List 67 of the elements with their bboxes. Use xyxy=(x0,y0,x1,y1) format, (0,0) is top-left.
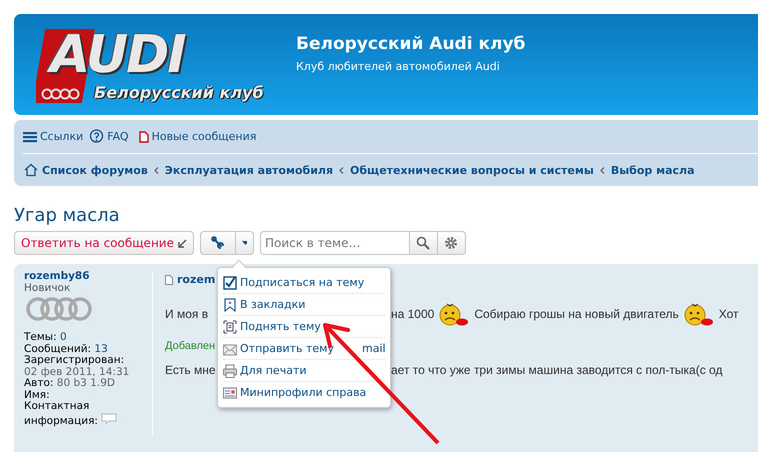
menu-item[interactable]: Поднять тему xyxy=(223,316,385,338)
post-text: на 1000 xyxy=(391,307,434,321)
profile-card-icon xyxy=(223,386,237,400)
menu-item-row[interactable]: Отправить тему mail xyxy=(223,338,385,360)
wrench-icon xyxy=(210,236,225,250)
profile-label: Темы: xyxy=(24,331,57,343)
printer-icon xyxy=(223,364,237,378)
search-icon xyxy=(416,236,430,250)
profile-label: Имя: xyxy=(24,388,50,400)
edit-note: Добавлен xyxy=(165,340,216,352)
profile-value: 02 фев 2011, 14:31 xyxy=(24,366,130,378)
post-text: Собираю грошы на новый двигатель xyxy=(474,307,679,321)
nav-link[interactable]: FAQ xyxy=(89,129,129,144)
nav-link[interactable]: Новые сообщения xyxy=(138,130,256,143)
breadcrumb-link[interactable]: Эксплуатация автомобиля xyxy=(164,164,334,176)
checkbox-icon xyxy=(223,276,237,290)
menu-item[interactable]: В закладки xyxy=(223,294,385,316)
post-text: Хот xyxy=(718,307,738,321)
document-icon xyxy=(165,274,173,284)
site-title: Белорусский Audi клуб xyxy=(296,34,526,54)
post-author-link[interactable]: rozem xyxy=(177,273,216,286)
profile-label: Контактная информация: xyxy=(24,400,98,426)
help-icon xyxy=(89,129,104,144)
breadcrumb-link[interactable]: Список форумов xyxy=(23,163,148,177)
rings-avatar-icon xyxy=(24,296,94,322)
post-text: Есть мне xyxy=(165,363,216,377)
logo-tagline: Белорусский клуб xyxy=(94,82,264,102)
menu-item[interactable]: Минипрофили справа xyxy=(223,382,385,403)
chevron-icon xyxy=(600,166,605,174)
topic-title: Угар масла xyxy=(14,205,121,226)
dropdown-button[interactable] xyxy=(236,231,254,255)
menu-item[interactable]: Подписаться на тему xyxy=(223,272,385,294)
reply-arrow-icon xyxy=(178,238,187,248)
profile-label: Зарегистрирован: xyxy=(24,354,124,366)
author-rank: Новичок xyxy=(24,282,72,294)
menu-item-text: mail xyxy=(362,342,386,355)
advanced-search-button[interactable] xyxy=(438,231,466,255)
profile-link[interactable]: 13 xyxy=(94,342,108,354)
search-field[interactable]: Поиск в теме… xyxy=(260,231,410,255)
post-text: ает то что уже три зимы машина заводится с пол-тыка(с од xyxy=(391,363,722,377)
post-text: И моя в xyxy=(165,307,208,321)
site-description: Клуб любителей автомобилей Audi xyxy=(296,60,501,73)
menu-item[interactable]: Для печати xyxy=(223,360,385,382)
profile-label: Сообщений: xyxy=(24,342,92,354)
bookmark-icon xyxy=(223,298,237,312)
reply-button[interactable]: Ответить на сообщение xyxy=(14,231,194,255)
envelope-icon xyxy=(223,342,237,356)
breadcrumb-link[interactable]: Выбор масла xyxy=(610,164,694,176)
home-icon xyxy=(23,163,39,177)
document-icon xyxy=(223,320,237,334)
sad-smiley-icon xyxy=(439,301,470,327)
menu-icon xyxy=(23,130,37,142)
chevron-icon xyxy=(154,166,159,174)
profile-link[interactable]: 0 xyxy=(60,331,67,343)
document-icon xyxy=(138,130,149,142)
profile-label: Авто: xyxy=(24,377,54,389)
author-name: rozemby86 xyxy=(24,271,91,282)
menu-item-text: Отправить тему xyxy=(240,342,334,355)
search-button[interactable] xyxy=(410,231,438,255)
nav-link[interactable]: Ссылки xyxy=(23,130,84,143)
sad-smiley-icon xyxy=(684,301,714,327)
tools-button[interactable] xyxy=(200,231,236,255)
chevron-icon xyxy=(339,166,344,174)
profile-value: 80 b3 1.9D xyxy=(56,377,115,389)
caret-icon xyxy=(242,241,247,245)
settings-icon xyxy=(444,236,458,250)
breadcrumb-link[interactable]: Общетехнические вопросы и системы xyxy=(350,164,594,176)
